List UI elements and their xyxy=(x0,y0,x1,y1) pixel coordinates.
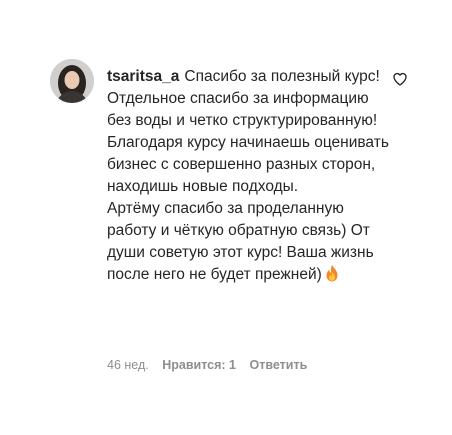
username-link[interactable]: tsaritsa_a xyxy=(107,68,179,85)
fire-emoji xyxy=(324,264,340,289)
reply-button[interactable]: Ответить xyxy=(249,358,307,372)
comment-text: tsaritsa_a Спасибо за полезный курс! Отде… xyxy=(107,66,391,289)
avatar[interactable] xyxy=(50,59,94,103)
comment-time[interactable]: 46 нед. xyxy=(107,358,149,372)
avatar-image xyxy=(50,59,94,103)
comment-item: tsaritsa_a Спасибо за полезный курс! Отде… xyxy=(0,0,452,435)
heart-outline-icon xyxy=(393,72,407,86)
comment-meta: 46 нед. Нравится: 1 Ответить xyxy=(107,358,317,372)
like-button[interactable] xyxy=(392,71,408,87)
likes-count[interactable]: Нравится: 1 xyxy=(162,358,236,372)
comment-body-1: Спасибо за полезный курс! Отдельное спас… xyxy=(107,68,389,195)
